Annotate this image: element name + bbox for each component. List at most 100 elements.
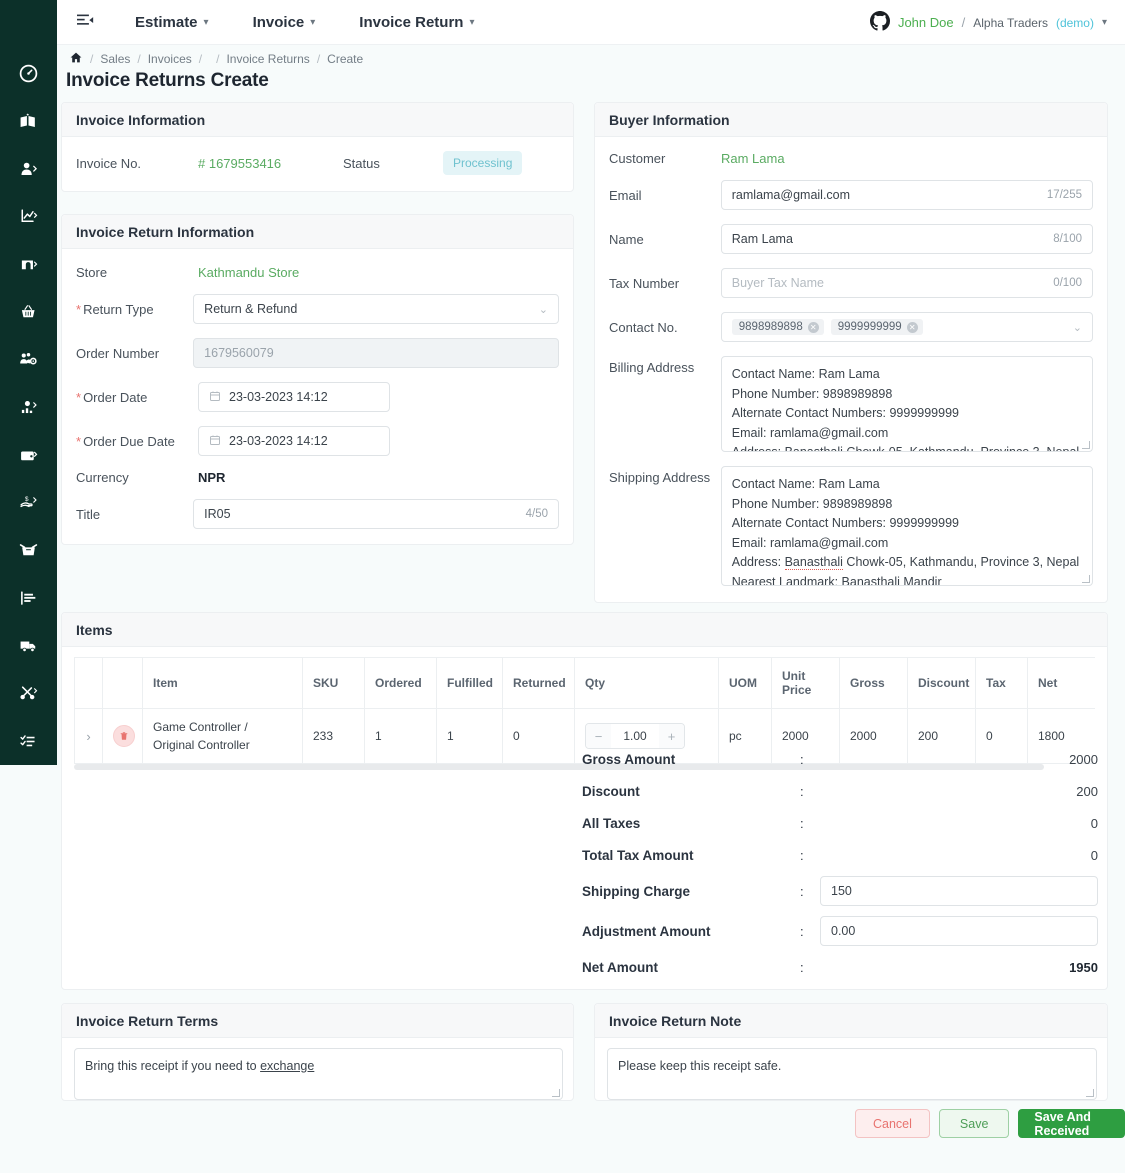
sidebar-item-reports[interactable] bbox=[0, 193, 57, 241]
totals-section: Gross Amount : 2000 Discount : 200 All T… bbox=[582, 743, 1098, 983]
items-card: Items Item SKU Ordered Fulfilled Returne… bbox=[61, 612, 1108, 990]
name-input[interactable]: Ram Lama 8/100 bbox=[720, 224, 1093, 254]
breadcrumb-item-invoices[interactable]: Invoices bbox=[148, 52, 192, 66]
nav-menu-invoice[interactable]: Invoice ▾ bbox=[231, 0, 338, 45]
trash-icon[interactable] bbox=[113, 725, 135, 747]
terms-link[interactable]: exchange bbox=[260, 1059, 314, 1073]
sidebar-item-checklist[interactable] bbox=[0, 717, 57, 765]
name-counter: 8/100 bbox=[1053, 233, 1082, 245]
invoice-return-terms-title: Invoice Return Terms bbox=[62, 1004, 573, 1038]
tax-number-input[interactable]: Buyer Tax Name 0/100 bbox=[720, 268, 1093, 298]
collapse-menu-icon bbox=[76, 13, 94, 31]
store-icon bbox=[19, 255, 39, 274]
home-icon[interactable] bbox=[69, 51, 83, 67]
order-due-date-input[interactable]: 23-03-2023 14:12 bbox=[198, 426, 390, 456]
title-value: IR05 bbox=[204, 507, 231, 521]
status-label: Status bbox=[343, 155, 380, 171]
return-type-label: Return Type bbox=[83, 301, 154, 317]
collapse-menu-button[interactable] bbox=[57, 13, 113, 31]
colon: : bbox=[800, 847, 804, 863]
catalog-icon bbox=[18, 112, 39, 131]
sidebar: $ bbox=[0, 0, 57, 765]
nav-menu-invoice-return[interactable]: Invoice Return ▾ bbox=[337, 0, 496, 45]
colon: : bbox=[800, 923, 804, 939]
shipping-charge-input[interactable]: 150 bbox=[820, 876, 1098, 906]
sidebar-item-statistics[interactable] bbox=[0, 574, 57, 622]
user-account-menu[interactable]: John Doe / Alpha Traders (demo) ▾ bbox=[869, 0, 1107, 45]
items-col-expand bbox=[74, 657, 103, 709]
total-tax-amount-label: Total Tax Amount bbox=[582, 847, 694, 863]
invoice-no-value[interactable]: # 1679553416 bbox=[198, 156, 343, 171]
items-col-discount: Discount bbox=[907, 657, 976, 709]
customer-value[interactable]: Ram Lama bbox=[721, 151, 785, 166]
title-counter: 4/50 bbox=[525, 508, 548, 520]
chevron-down-icon: ▾ bbox=[310, 16, 316, 28]
reports-icon bbox=[19, 207, 39, 226]
invoice-return-terms-card: Invoice Return Terms Bring this receipt … bbox=[61, 1003, 574, 1101]
items-col-returned: Returned bbox=[502, 657, 575, 709]
items-col-item: Item bbox=[142, 657, 303, 709]
invoice-return-note-title: Invoice Return Note bbox=[595, 1004, 1107, 1038]
shipping-address-line: Nearest Landmark: Banasthali Mandir bbox=[732, 573, 1082, 585]
sidebar-item-package[interactable] bbox=[0, 527, 57, 575]
sidebar-item-delivery-truck[interactable] bbox=[0, 622, 57, 670]
form-actions: Cancel Save Save And Received bbox=[855, 1109, 1125, 1138]
title-input[interactable]: IR05 4/50 bbox=[193, 499, 559, 529]
nav-menu-estimate[interactable]: Estimate ▾ bbox=[113, 0, 231, 45]
store-label: Store bbox=[76, 265, 108, 280]
items-title: Items bbox=[62, 613, 1107, 647]
email-value: ramlama@gmail.com bbox=[731, 188, 851, 202]
save-button[interactable]: Save bbox=[938, 1109, 1010, 1138]
billing-address-line: Email: ramlama@gmail.com bbox=[731, 425, 889, 440]
close-icon[interactable]: ✕ bbox=[807, 321, 819, 333]
sidebar-item-tools[interactable] bbox=[0, 670, 57, 718]
statistics-icon bbox=[19, 589, 39, 608]
return-type-select[interactable]: Return & Refund ⌄ bbox=[193, 294, 559, 324]
sidebar-item-user-chart[interactable] bbox=[0, 384, 57, 432]
sidebar-item-wallet[interactable] bbox=[0, 431, 57, 479]
adjustment-amount-value: 0.00 bbox=[831, 924, 856, 938]
billing-address-textarea[interactable]: Contact Name: Ram Lama Phone Number: 989… bbox=[720, 356, 1093, 452]
contact-tag-label: 9898989898 bbox=[738, 321, 803, 333]
currency-value: NPR bbox=[198, 470, 226, 485]
sidebar-item-store[interactable] bbox=[0, 241, 57, 289]
all-taxes-value: 0 bbox=[1090, 815, 1098, 831]
status-badge: Processing bbox=[443, 151, 523, 175]
breadcrumb-separator: / bbox=[90, 52, 94, 66]
shipping-address-textarea[interactable]: Contact Name: Ram Lama Phone Number: 989… bbox=[720, 466, 1093, 586]
row-expand-cell[interactable]: › bbox=[74, 708, 103, 764]
email-label: Email bbox=[609, 187, 642, 203]
breadcrumb-item-create[interactable]: Create bbox=[327, 52, 363, 66]
store-value[interactable]: Kathmandu Store bbox=[198, 265, 299, 280]
close-icon[interactable]: ✕ bbox=[906, 321, 918, 333]
sidebar-item-team-settings[interactable] bbox=[0, 336, 57, 384]
save-and-received-button[interactable]: Save And Received bbox=[1018, 1109, 1125, 1138]
breadcrumb-item-invoice-returns[interactable]: Invoice Returns bbox=[226, 52, 309, 66]
colon: : bbox=[800, 815, 804, 831]
sidebar-item-catalog[interactable] bbox=[0, 98, 57, 146]
items-col-fulfilled: Fulfilled bbox=[436, 657, 503, 709]
email-input[interactable]: ramlama@gmail.com 17/255 bbox=[720, 180, 1093, 210]
invoice-return-terms-textarea[interactable]: Bring this receipt if you need to exchan… bbox=[74, 1048, 563, 1100]
user-demo-label: (demo) bbox=[1055, 15, 1094, 30]
chevron-right-icon[interactable]: › bbox=[86, 729, 90, 744]
sidebar-item-basket[interactable] bbox=[0, 288, 57, 336]
contact-no-select[interactable]: 9898989898 ✕ 9999999999 ✕ ⌄ bbox=[720, 312, 1093, 342]
billing-address-line: Contact Name: Ram Lama bbox=[731, 367, 880, 381]
adjustment-amount-input[interactable]: 0.00 bbox=[820, 916, 1098, 946]
sidebar-item-payment-hand[interactable]: $ bbox=[0, 479, 57, 527]
net-amount-label: Net Amount bbox=[582, 959, 658, 975]
sidebar-item-customer[interactable] bbox=[0, 145, 57, 193]
gross-amount-label: Gross Amount bbox=[582, 751, 676, 767]
sidebar-item-dashboard[interactable] bbox=[0, 50, 57, 98]
order-date-input[interactable]: 23-03-2023 14:12 bbox=[198, 382, 390, 412]
breadcrumb-item-sales[interactable]: Sales bbox=[100, 52, 130, 66]
shipping-address-label: Shipping Address bbox=[609, 470, 711, 485]
invoice-return-note-textarea[interactable]: Please keep this receipt safe. bbox=[607, 1048, 1097, 1100]
row-delete-cell[interactable] bbox=[102, 708, 143, 764]
cancel-button[interactable]: Cancel bbox=[855, 1109, 930, 1138]
basket-icon bbox=[19, 303, 39, 322]
contact-tag[interactable]: 9898989898 ✕ bbox=[731, 319, 824, 335]
customer-icon bbox=[19, 160, 39, 179]
contact-tag[interactable]: 9999999999 ✕ bbox=[830, 319, 923, 335]
